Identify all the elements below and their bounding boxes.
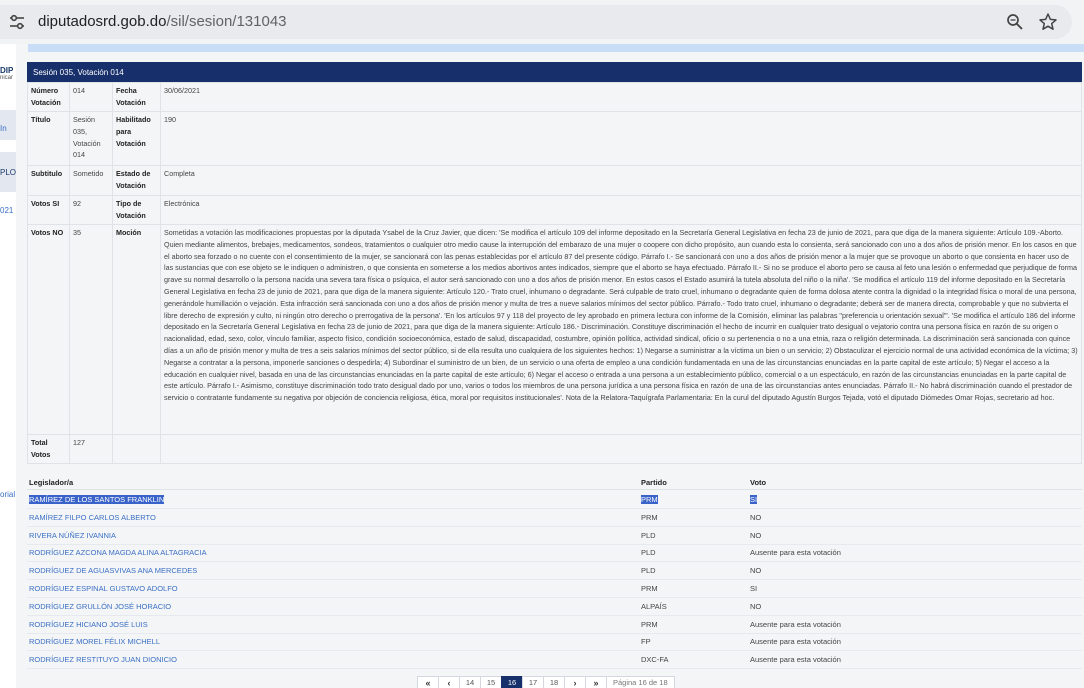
table-row[interactable]: RODRÍGUEZ AZCONA MAGDA ALINA ALTAGRACIA P… xyxy=(27,544,1082,563)
party-cell: ALPAÍS xyxy=(641,601,667,611)
value-subtitulo: Sometido xyxy=(69,165,113,196)
party-cell: DXC-FA xyxy=(641,655,669,665)
label-estado: Estado de Votación xyxy=(112,165,161,196)
col-legislator: Legislador/a xyxy=(29,478,74,487)
table-row[interactable]: RAMÍREZ DE LOS SANTOS FRANKLIN PRM SI xyxy=(27,491,1082,509)
value-tipo: Electrónica xyxy=(160,195,1082,225)
table-row[interactable]: RAMÍREZ FILPO CARLOS ALBERTO PRM NO xyxy=(27,509,1082,527)
party-cell: FP xyxy=(641,637,651,647)
label-votos-si: Votos SI xyxy=(27,195,70,225)
bg-snippet-3: 021 xyxy=(0,206,14,215)
party-cell: PLD xyxy=(641,530,656,540)
background-page-edge: DIP nicar In PLO 021 orial xyxy=(0,44,16,688)
last-page-button[interactable]: » xyxy=(585,676,607,688)
legislator-link[interactable]: RAMÍREZ FILPO CARLOS ALBERTO xyxy=(29,513,156,522)
party-cell: PRM xyxy=(641,584,658,593)
url-domain: diputadosrd.gob.do xyxy=(38,13,167,30)
page-button[interactable]: 17 xyxy=(522,676,544,688)
table-row[interactable]: RODRÍGUEZ RESTITUYO JUAN DIONICIO DXC-FA A… xyxy=(27,651,1082,670)
first-page-button[interactable]: « xyxy=(417,676,439,688)
vote-cell: Ausente para esta votación xyxy=(750,655,841,665)
value-mocion: Sometidas a votación las modificaciones … xyxy=(160,224,1082,435)
vote-cell: Ausente para esta votación xyxy=(750,637,841,647)
zoom-icon[interactable] xyxy=(1006,13,1024,31)
value-habilitado: 190 xyxy=(160,111,1082,166)
votes-table-header: Legislador/a Partido Voto xyxy=(27,476,1082,490)
site-settings-icon[interactable] xyxy=(8,14,26,30)
label-mocion: Moción xyxy=(112,224,161,435)
col-vote: Voto xyxy=(750,478,767,487)
party-cell: PLD xyxy=(641,548,656,558)
vote-cell: NO xyxy=(750,601,762,611)
label-tipo: Tipo de Votación xyxy=(112,195,161,225)
bg-snippet-1: In xyxy=(0,124,7,133)
legislator-link[interactable]: RAMÍREZ DE LOS SANTOS FRANKLIN xyxy=(29,495,165,504)
table-row[interactable]: RODRÍGUEZ GRULLÓN JOSÉ HORACIO ALPAÍS NO xyxy=(27,598,1082,616)
vote-cell: SI xyxy=(750,495,758,504)
url-path: /sil/sesion/131043 xyxy=(166,13,287,30)
legislator-link[interactable]: RODRÍGUEZ MOREL FÉLIX MICHELL xyxy=(29,637,160,646)
vote-detail-table: Número Votación 014 Fecha Votación 30/06… xyxy=(27,82,1082,464)
label-subtitulo: Subtitulo xyxy=(27,165,70,196)
address-bar[interactable]: diputadosrd.gob.do/sil/sesion/131043 xyxy=(0,5,1072,39)
col-party: Partido xyxy=(641,478,667,487)
party-cell: PLD xyxy=(641,566,656,576)
legislator-link[interactable]: RODRÍGUEZ GRULLÓN JOSÉ HORACIO xyxy=(29,602,171,611)
label-habilitado: Habilitado para Votación xyxy=(112,111,161,166)
logo-subtext: nicar xyxy=(0,75,14,81)
logo-text: DIP xyxy=(0,66,14,75)
legislator-link[interactable]: RODRÍGUEZ AZCONA MAGDA ALINA ALTAGRACIA xyxy=(29,548,207,557)
table-row[interactable]: RODRÍGUEZ HICIANO JOSÉ LUIS PRM Ausente pa… xyxy=(27,616,1082,634)
legislator-link[interactable]: RODRÍGUEZ RESTITUYO JUAN DIONICIO xyxy=(29,655,177,664)
label-numero: Número Votación xyxy=(27,82,70,112)
empty-cell xyxy=(160,434,1082,464)
value-votos-si: 92 xyxy=(69,195,113,225)
value-numero: 014 xyxy=(69,82,113,112)
page-info: Página 16 de 18 xyxy=(606,676,675,688)
vote-cell: Ausente para esta votación xyxy=(750,548,841,558)
party-cell: PRM xyxy=(641,512,658,522)
value-estado: Completa xyxy=(160,165,1082,196)
vote-cell: NO xyxy=(750,530,762,540)
label-total: Total Votos xyxy=(27,434,70,464)
vote-cell: SI xyxy=(750,584,758,593)
value-votos-no: 35 xyxy=(69,224,113,435)
empty-cell xyxy=(112,434,161,464)
value-titulo: Sesión 035, Votación 014 xyxy=(69,111,113,166)
page-button[interactable]: 14 xyxy=(459,676,481,688)
prev-page-button[interactable]: ‹ xyxy=(438,676,460,688)
bg-snippet-4: orial xyxy=(0,490,16,499)
party-cell: PRM xyxy=(641,495,658,504)
browser-toolbar: diputadosrd.gob.do/sil/sesion/131043 xyxy=(0,0,1084,44)
modal-top-bar xyxy=(28,44,1084,52)
legislator-link[interactable]: RODRÍGUEZ DE AGUASVIVAS ANA MERCEDES xyxy=(29,566,197,575)
url-text[interactable]: diputadosrd.gob.do/sil/sesion/131043 xyxy=(38,13,287,31)
vote-cell: Ausente para esta votación xyxy=(750,619,841,629)
page-button[interactable]: 15 xyxy=(480,676,502,688)
label-votos-no: Votos NO xyxy=(27,224,70,435)
vote-cell: NO xyxy=(750,512,762,522)
pagination: « ‹ 14 15 16 17 18 › » Página 16 de 18 xyxy=(417,676,675,688)
page-button[interactable]: 18 xyxy=(543,676,565,688)
next-page-button[interactable]: › xyxy=(564,676,586,688)
legislator-link[interactable]: RODRÍGUEZ ESPINAL GUSTAVO ADOLFO xyxy=(29,584,178,593)
label-fecha: Fecha Votación xyxy=(112,82,161,112)
value-total: 127 xyxy=(69,434,113,464)
bookmark-star-icon[interactable] xyxy=(1038,12,1058,32)
modal-header: Sesión 035, Votación 014 xyxy=(27,62,1082,82)
table-row[interactable]: RODRÍGUEZ MOREL FÉLIX MICHELL FP Ausente p… xyxy=(27,633,1082,652)
party-cell: PRM xyxy=(641,619,658,629)
label-titulo: Título xyxy=(27,111,70,166)
legislator-link[interactable]: RIVERA NÚÑEZ IVANNIA xyxy=(29,531,116,540)
legislator-link[interactable]: RODRÍGUEZ HICIANO JOSÉ LUIS xyxy=(29,620,148,629)
vote-cell: NO xyxy=(750,566,762,576)
table-row[interactable]: RODRÍGUEZ ESPINAL GUSTAVO ADOLFO PRM SI xyxy=(27,580,1082,598)
bg-snippet-2: PLO xyxy=(0,168,16,177)
page-button-active[interactable]: 16 xyxy=(501,676,523,688)
table-row[interactable]: RIVERA NÚÑEZ IVANNIA PLD NO xyxy=(27,527,1082,545)
table-row[interactable]: RODRÍGUEZ DE AGUASVIVAS ANA MERCEDES PLD N… xyxy=(27,562,1082,581)
value-fecha: 30/06/2021 xyxy=(160,82,1082,112)
